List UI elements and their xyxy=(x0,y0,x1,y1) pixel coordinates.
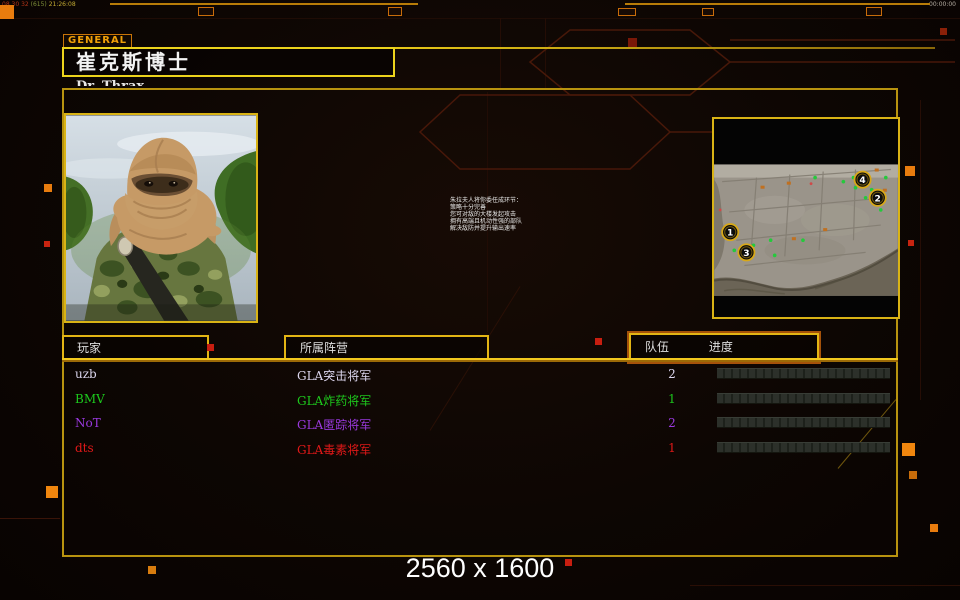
resolution-label: 2560 x 1600 xyxy=(0,553,960,584)
player-table: uzb GLA突击将军 2 BMV GLA炸药将军 1 NoT GLA匿踪将军 … xyxy=(62,364,898,462)
deco-square xyxy=(908,240,914,246)
deco-square xyxy=(628,38,637,47)
player-faction: GLA匿踪将军 xyxy=(297,416,371,433)
player-name: uzb xyxy=(75,367,97,381)
player-name: dts xyxy=(75,441,94,455)
load-progress-bar xyxy=(717,442,890,453)
player-faction: GLA炸药将军 xyxy=(297,392,371,409)
deco-square xyxy=(595,338,602,345)
deco-square xyxy=(909,471,917,479)
load-progress-bar xyxy=(717,393,890,404)
session-build: (615) xyxy=(31,1,47,8)
general-portrait xyxy=(64,113,258,323)
deco-square xyxy=(902,443,915,456)
player-team: 2 xyxy=(662,367,682,381)
portrait-illustration xyxy=(66,115,256,321)
deco-square xyxy=(148,566,156,574)
column-header-progress: 进度 xyxy=(709,340,733,354)
start-position-2: 2 xyxy=(870,190,886,206)
load-progress-bar xyxy=(717,368,890,379)
column-header-team: 队伍 xyxy=(645,340,669,354)
svg-text:2: 2 xyxy=(875,194,881,204)
general-tag-label: GENERAL xyxy=(63,34,132,48)
deco-line xyxy=(0,18,960,19)
player-row: BMV GLA炸药将军 1 xyxy=(62,389,898,414)
deco-line xyxy=(690,585,960,586)
table-separator-line xyxy=(62,358,898,362)
player-team: 1 xyxy=(662,392,682,406)
deco-square xyxy=(930,524,938,532)
briefing-line: 解决敌防并提升输出速率 xyxy=(450,225,600,232)
player-row: dts GLA毒素将军 1 xyxy=(62,438,898,463)
deco-line xyxy=(0,518,60,519)
deco-square xyxy=(905,166,915,176)
deco-rect xyxy=(618,8,636,16)
player-team: 2 xyxy=(662,416,682,430)
enemy-general-subtitle-clipped: Dr. Thrax xyxy=(76,79,296,86)
deco-line xyxy=(110,3,418,5)
briefing-line: 您可对敌的大楼发起攻击 xyxy=(450,211,600,218)
deco-square xyxy=(0,5,14,19)
player-faction: GLA突击将军 xyxy=(297,367,371,384)
load-progress-bar xyxy=(717,417,890,428)
start-position-1: 1 xyxy=(722,224,738,240)
start-position-3: 3 xyxy=(738,244,754,260)
deco-square xyxy=(46,486,58,498)
deco-square xyxy=(940,28,947,35)
mission-briefing-text: 朱拉夫人将你委任成环节： 策略十分完善 您可对敌的大楼发起攻击 拥有高端且机动性… xyxy=(450,197,600,232)
deco-square xyxy=(44,184,52,192)
player-name: BMV xyxy=(75,392,105,406)
svg-text:3: 3 xyxy=(743,249,749,259)
briefing-line: 朱拉夫人将你委任成环节： xyxy=(450,197,600,204)
deco-square xyxy=(565,559,572,566)
deco-rect xyxy=(866,7,882,16)
deco-square xyxy=(44,241,50,247)
player-team: 1 xyxy=(662,441,682,455)
player-row: uzb GLA突击将军 2 xyxy=(62,364,898,389)
svg-text:1: 1 xyxy=(727,229,733,239)
briefing-line: 拥有高端且机动性强的部队 xyxy=(450,218,600,225)
svg-text:4: 4 xyxy=(859,176,865,186)
start-position-4: 4 xyxy=(854,172,870,188)
generals-loading-screen: 08 30 32 (615) 21:26:08 00:00:00 GENERAL… xyxy=(0,0,960,600)
title-extension-line xyxy=(395,47,935,49)
deco-rect xyxy=(702,8,714,16)
player-name: NoT xyxy=(75,416,101,430)
player-row: NoT GLA匿踪将军 2 xyxy=(62,413,898,438)
deco-rect xyxy=(198,7,214,16)
deco-line xyxy=(625,3,930,5)
deco-square xyxy=(207,344,214,351)
minimap-illustration: 1 2 3 4 xyxy=(714,119,898,317)
player-faction: GLA毒素将军 xyxy=(297,441,371,458)
briefing-line: 策略十分完善 xyxy=(450,204,600,211)
enemy-general-title: 崔克斯博士 xyxy=(62,47,395,77)
game-timer: 00:00:00 xyxy=(929,1,956,8)
deco-rect xyxy=(388,7,402,16)
map-preview: 1 2 3 4 xyxy=(712,117,900,319)
session-time: 21:26:08 xyxy=(49,1,76,8)
